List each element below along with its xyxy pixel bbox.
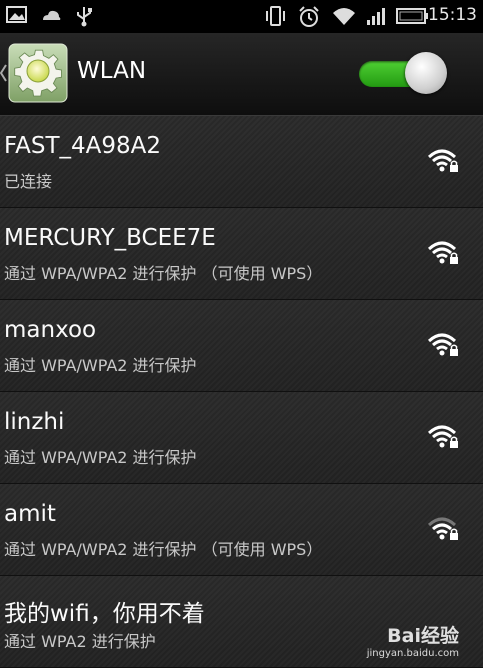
- wifi-lock-icon: [427, 241, 458, 264]
- network-ssid: amit: [4, 501, 56, 527]
- network-status: 已连接: [4, 172, 53, 191]
- network-row[interactable]: amit 通过 WPA/WPA2 进行保护 （可使用 WPS）: [0, 484, 483, 576]
- baidu-logo: Bai经验: [387, 625, 459, 647]
- vibrate-icon: [266, 6, 285, 26]
- network-status: 通过 WPA/WPA2 进行保护 （可使用 WPS）: [4, 264, 323, 283]
- wifi-lock-icon: [427, 333, 458, 356]
- toggle-knob[interactable]: [405, 52, 447, 94]
- battery-icon: [396, 8, 428, 24]
- wifi-lock-icon: [427, 425, 458, 448]
- action-bar: WLAN: [0, 33, 483, 116]
- wifi-signal-icon: [333, 8, 355, 25]
- wifi-lock-icon: [427, 149, 458, 172]
- network-row[interactable]: manxoo 通过 WPA/WPA2 进行保护: [0, 300, 483, 392]
- network-row[interactable]: FAST_4A98A2 已连接: [0, 116, 483, 208]
- network-ssid: MERCURY_BCEE7E: [4, 225, 216, 251]
- network-row[interactable]: linzhi 通过 WPA/WPA2 进行保护: [0, 392, 483, 484]
- wlan-toggle[interactable]: [359, 52, 449, 96]
- network-ssid: 我的wifi，你用不着: [4, 601, 205, 627]
- network-ssid: manxoo: [4, 317, 97, 343]
- settings-gear-icon[interactable]: [8, 43, 68, 103]
- image-icon: [6, 6, 27, 23]
- network-ssid: linzhi: [4, 409, 65, 435]
- status-bar: 15:13: [0, 0, 483, 33]
- alarm-icon: [299, 6, 319, 27]
- cloud-notification-icon: [43, 10, 61, 20]
- network-status: 通过 WPA/WPA2 进行保护: [4, 356, 197, 375]
- baidu-watermark: Bai经验 jingyan.baidu.com: [367, 621, 459, 659]
- network-row[interactable]: 我的wifi，你用不着 通过 WPA2 进行保护 Bai经验 jingyan.b…: [0, 576, 483, 668]
- cell-signal-icon: [367, 8, 385, 25]
- network-list: FAST_4A98A2 已连接 MERCURY_BCEE7E 通过 WPA/WP…: [0, 116, 483, 668]
- network-status: 通过 WPA/WPA2 进行保护: [4, 448, 197, 467]
- network-status: 通过 WPA2 进行保护: [4, 632, 156, 651]
- back-chevron-icon[interactable]: [0, 63, 8, 83]
- network-status: 通过 WPA/WPA2 进行保护 （可使用 WPS）: [4, 540, 323, 559]
- clock: 15:13: [428, 5, 477, 25]
- network-row[interactable]: MERCURY_BCEE7E 通过 WPA/WPA2 进行保护 （可使用 WPS…: [0, 208, 483, 300]
- wifi-lock-weak-icon: [427, 517, 458, 540]
- usb-icon: [77, 7, 92, 27]
- page-title: WLAN: [77, 58, 147, 84]
- network-ssid: FAST_4A98A2: [4, 133, 162, 159]
